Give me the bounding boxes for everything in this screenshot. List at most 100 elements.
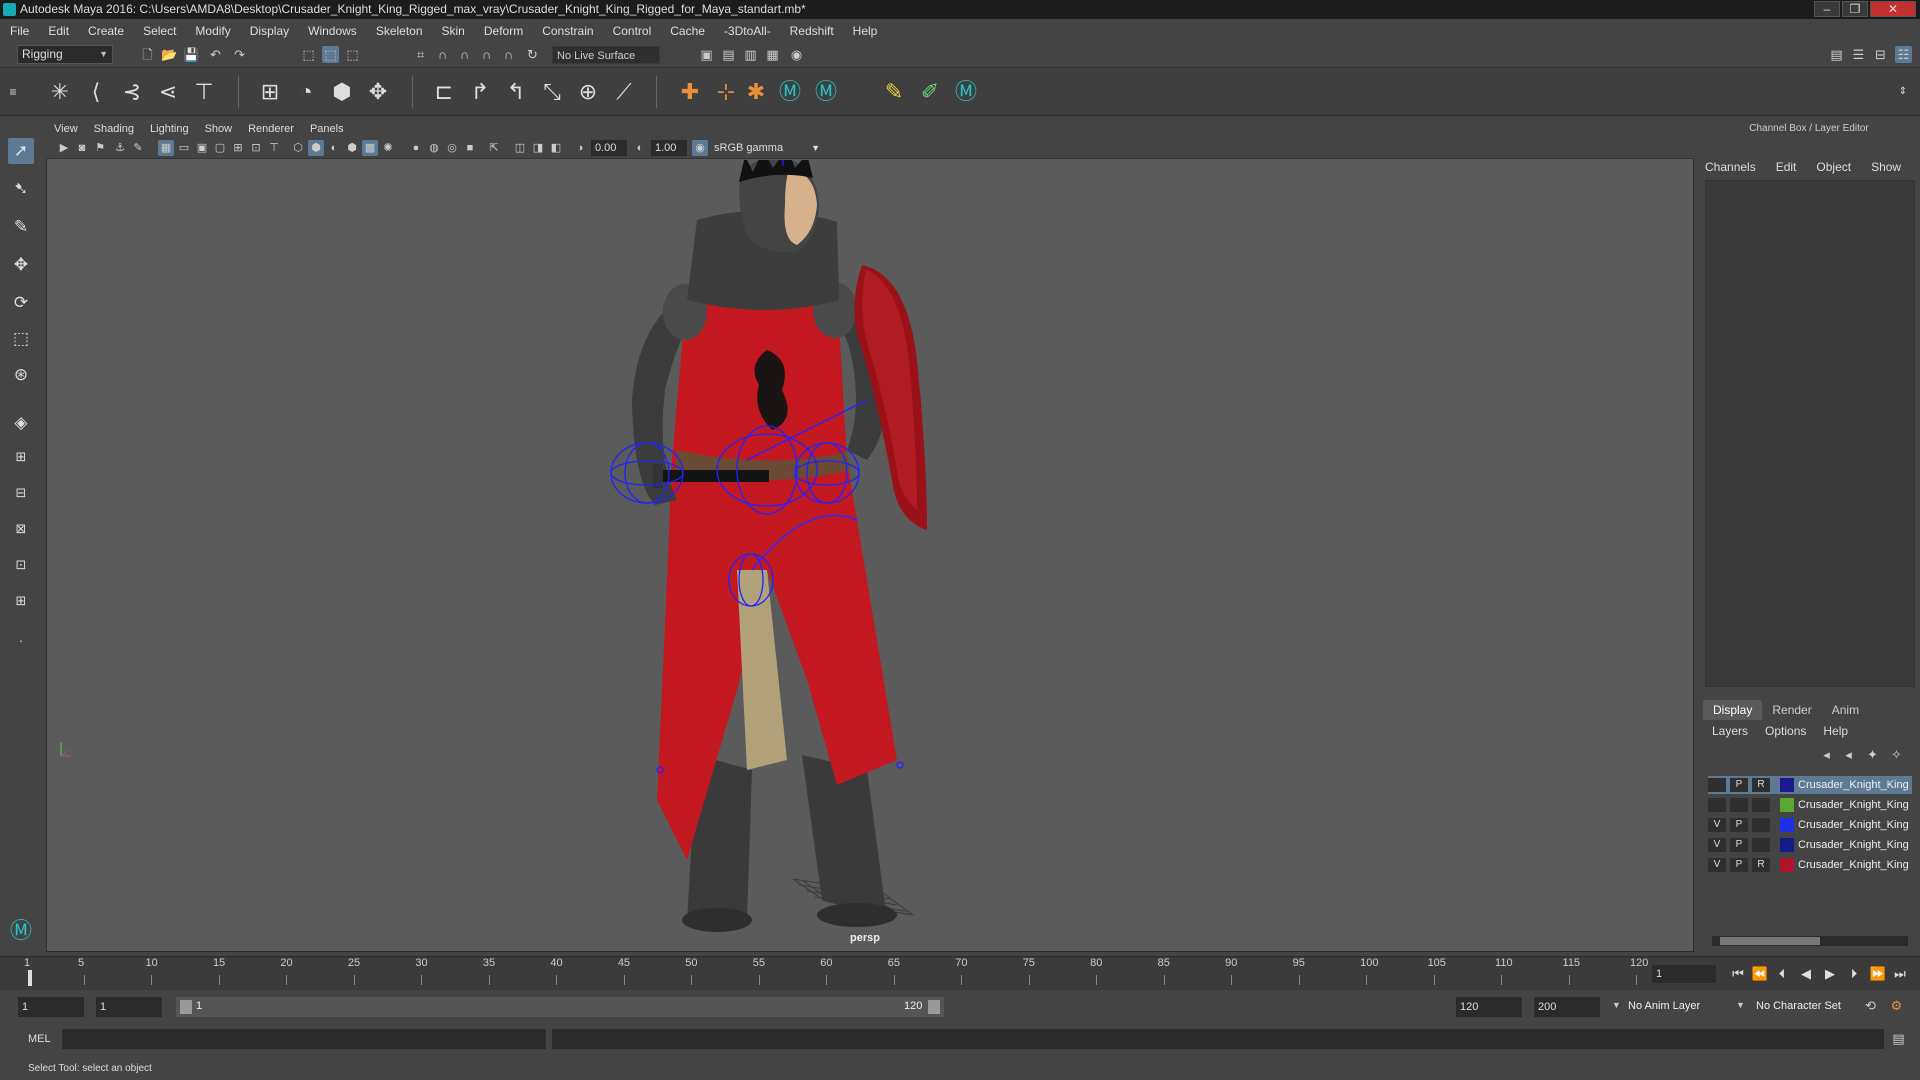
new-layer-from-selection-icon[interactable]: ✧ — [1888, 746, 1905, 763]
wireframe-on-shaded-icon[interactable]: ◐ — [326, 140, 342, 156]
character-set-dropdown[interactable]: No Character Set — [1756, 1000, 1841, 1012]
render-settings-icon[interactable]: ▦ — [764, 46, 781, 63]
minimize-button[interactable]: – — [1814, 1, 1840, 17]
channel-box-toggle-icon[interactable]: ☷ — [1895, 46, 1912, 63]
layer-row[interactable]: V P Crusader_Knight_King — [1708, 816, 1912, 834]
grease-pencil-icon[interactable]: ✎ — [130, 140, 146, 156]
menu-skeleton[interactable]: Skeleton — [376, 24, 423, 38]
live-surface-field[interactable]: No Live Surface — [552, 46, 660, 64]
layer-name[interactable]: Crusader_Knight_King — [1798, 816, 1914, 834]
scale-tool-icon[interactable]: ⬚ — [8, 326, 34, 352]
bind-skin-icon[interactable]: ⊞ — [256, 78, 284, 106]
menu-display[interactable]: Display — [250, 24, 289, 38]
panel-menu-show[interactable]: Show — [205, 123, 233, 135]
insert-joint-icon[interactable]: ⋖ — [154, 78, 182, 106]
layer-name[interactable]: Crusader_Knight_King — [1798, 776, 1914, 794]
layer-menu-layers[interactable]: Layers — [1712, 724, 1748, 740]
layer-visibility-toggle[interactable] — [1708, 778, 1726, 792]
layer-name[interactable]: Crusader_Knight_King — [1798, 836, 1914, 854]
undo-icon[interactable]: ↶ — [207, 46, 224, 63]
wireframe-icon[interactable]: ⬡ — [290, 140, 306, 156]
playback-end-field[interactable]: 120 — [1456, 997, 1522, 1017]
go-to-start-icon[interactable]: ⏮ — [1728, 964, 1748, 984]
humanik-icon[interactable]: Ⓜ — [776, 78, 804, 106]
modeling-toolkit-icon[interactable]: ▤ — [1828, 46, 1845, 63]
isolate-select-icon[interactable]: ⇱ — [486, 140, 502, 156]
step-forward-key-icon[interactable]: ⏵ — [1844, 964, 1864, 984]
tab-render[interactable]: Render — [1762, 700, 1821, 720]
panel-menu-renderer[interactable]: Renderer — [248, 123, 294, 135]
panel-menu-lighting[interactable]: Lighting — [150, 123, 189, 135]
current-time-field[interactable]: 1 — [1652, 965, 1716, 983]
layer-menu-help[interactable]: Help — [1823, 724, 1848, 740]
smooth-shade-icon[interactable]: ⬢ — [308, 140, 324, 156]
exposure-field[interactable]: 0.00 — [591, 140, 627, 156]
skeleton-icon[interactable]: ✱ — [742, 78, 770, 106]
snap-view-plane-icon[interactable]: ∩ — [478, 46, 495, 63]
layer-reference-toggle[interactable]: R — [1752, 858, 1770, 872]
rotate-tool-icon[interactable]: ⟳ — [8, 290, 34, 316]
layer-visibility-toggle[interactable]: V — [1708, 818, 1726, 832]
motion-blur-icon[interactable]: ◍ — [426, 140, 442, 156]
menu-cache[interactable]: Cache — [670, 24, 705, 38]
menu-file[interactable]: File — [10, 24, 29, 38]
range-end-handle[interactable] — [928, 1000, 940, 1014]
new-empty-layer-icon[interactable]: ✦ — [1864, 746, 1881, 763]
menu-select[interactable]: Select — [143, 24, 176, 38]
component-editor-icon[interactable]: ✐ — [916, 78, 944, 106]
pole-vector-icon[interactable]: ⟋ — [610, 78, 638, 106]
two-pane-layout-icon[interactable]: ⊠ — [8, 516, 34, 542]
character-controls-icon[interactable]: Ⓜ — [812, 78, 840, 106]
maximize-button[interactable]: ❐ — [1842, 1, 1868, 17]
step-back-frame-icon[interactable]: ⏪ — [1750, 964, 1770, 984]
menu-constrain[interactable]: Constrain — [542, 24, 593, 38]
layer-color-swatch[interactable] — [1780, 858, 1794, 872]
color-management-icon[interactable]: ◉ — [692, 140, 708, 156]
tool-settings-icon[interactable]: ⊟ — [1872, 46, 1889, 63]
tab-anim[interactable]: Anim — [1822, 700, 1869, 720]
shadows-icon[interactable]: ✺ — [380, 140, 396, 156]
select-object-icon[interactable]: ⬚ — [322, 46, 339, 63]
layer-color-swatch[interactable] — [1780, 778, 1794, 792]
joint-orient-icon[interactable]: ⊹ — [712, 78, 740, 106]
depth-of-field-icon[interactable]: ■ — [462, 140, 478, 156]
move-tool-icon[interactable]: ✥ — [8, 252, 34, 278]
attribute-editor-icon[interactable]: ☰ — [1850, 46, 1867, 63]
xray-joints-icon[interactable]: ◨ — [530, 140, 546, 156]
play-forwards-icon[interactable]: ▶ — [1820, 964, 1840, 984]
ik-handle-icon[interactable]: ⟨ — [82, 78, 110, 106]
layer-visibility-toggle[interactable] — [1708, 798, 1726, 812]
layer-color-swatch[interactable] — [1780, 798, 1794, 812]
animation-start-field[interactable]: 1 — [18, 997, 84, 1017]
textured-icon[interactable]: ⬢ — [344, 140, 360, 156]
channel-box-menu-object[interactable]: Object — [1816, 160, 1851, 178]
channel-box-menu-show[interactable]: Show — [1871, 160, 1901, 178]
menu-modify[interactable]: Modify — [195, 24, 230, 38]
outliner-layout-icon[interactable]: ⊡ — [8, 552, 34, 578]
layer-color-swatch[interactable] — [1780, 818, 1794, 832]
select-component-icon[interactable]: ⬚ — [344, 46, 361, 63]
paint-weights-icon[interactable]: ✎ — [880, 78, 908, 106]
layer-visibility-toggle[interactable]: V — [1708, 858, 1726, 872]
joint-tool-icon[interactable]: ✳ — [46, 78, 74, 106]
xray-components-icon[interactable]: ◧ — [548, 140, 564, 156]
camera-attributes-icon[interactable]: ◙ — [74, 140, 90, 156]
scrollbar-thumb[interactable] — [1720, 937, 1820, 945]
channel-box-menu-channels[interactable]: Channels — [1705, 160, 1756, 178]
ik-spline-icon[interactable]: ⊰ — [118, 78, 146, 106]
color-space-dropdown[interactable]: sRGB gamma ▼ — [710, 140, 822, 156]
select-hierarchy-icon[interactable]: ⬚ — [300, 46, 317, 63]
bookmark-icon[interactable]: ⚑ — [92, 140, 108, 156]
animation-end-field[interactable]: 200 — [1534, 997, 1600, 1017]
menu-windows[interactable]: Windows — [308, 24, 357, 38]
layer-playback-toggle[interactable]: P — [1730, 818, 1748, 832]
orient-constraint-icon[interactable]: ↱ — [466, 78, 494, 106]
layer-row[interactable]: Crusader_Knight_King — [1708, 796, 1912, 814]
single-pane-layout-icon[interactable]: ⊞ — [8, 444, 34, 470]
redo-icon[interactable]: ↷ — [231, 46, 248, 63]
mocap-icon[interactable]: Ⓜ — [952, 78, 980, 106]
layer-reference-toggle[interactable] — [1752, 838, 1770, 852]
four-pane-layout-icon[interactable]: ⊟ — [8, 480, 34, 506]
lasso-tool-icon[interactable]: ➷ — [8, 176, 34, 202]
move-layer-up-icon[interactable]: ◂ — [1818, 746, 1835, 763]
